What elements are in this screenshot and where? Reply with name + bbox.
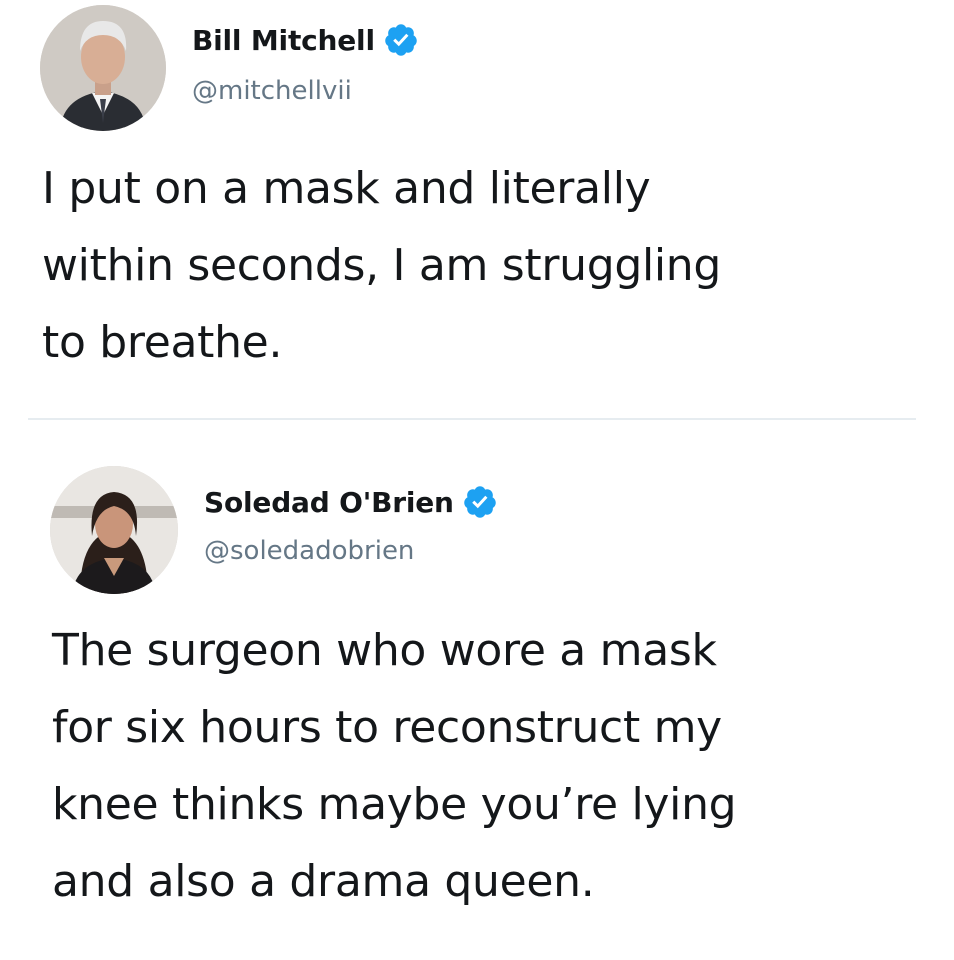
verified-badge-icon [383,22,419,58]
tweet-text: I put on a mask and literally within sec… [42,163,722,368]
avatar-portrait-icon [50,466,178,594]
author-handle[interactable]: @mitchellvii [192,76,352,106]
tweet-bill-mitchell: Bill Mitchell @mitchellvii I put on a ma… [0,0,954,412]
author-name-row: Bill Mitchell [192,22,419,58]
avatar-portrait-icon [40,5,166,131]
avatar[interactable] [40,5,166,131]
avatar[interactable] [50,466,178,594]
author-name-row: Soledad O'Brien [204,484,498,520]
tweet-soledad-obrien: Soledad O'Brien @soledadobrien The surge… [0,424,954,960]
author-name[interactable]: Bill Mitchell [192,24,375,57]
tweet-divider [28,418,916,420]
tweet-text: The surgeon who wore a mask for six hour… [52,625,737,907]
author-handle[interactable]: @soledadobrien [204,536,414,566]
verified-badge-icon [462,484,498,520]
author-name[interactable]: Soledad O'Brien [204,486,454,519]
